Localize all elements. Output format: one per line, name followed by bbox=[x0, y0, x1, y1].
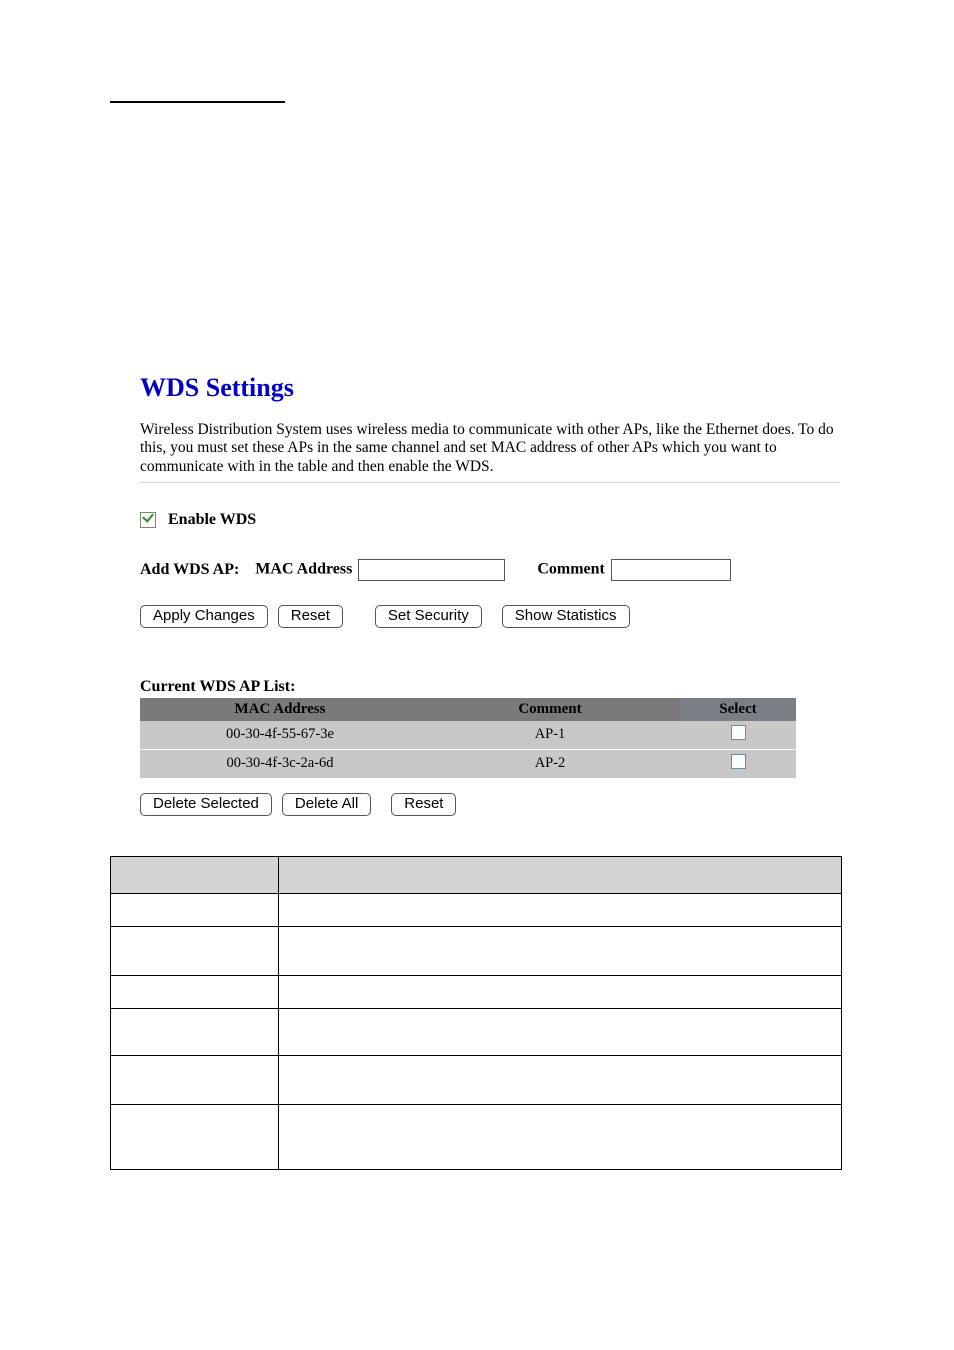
button-row-top: Apply Changes Reset Set Security Show St… bbox=[140, 605, 840, 628]
table-row bbox=[111, 1008, 842, 1055]
button-row-bottom: Delete Selected Delete All Reset bbox=[140, 793, 840, 816]
show-statistics-button[interactable]: Show Statistics bbox=[502, 605, 630, 628]
info-header-1 bbox=[111, 856, 279, 893]
enable-wds-row: Enable WDS bbox=[140, 511, 840, 529]
ap-list-title: Current WDS AP List: bbox=[140, 678, 840, 696]
wds-settings-panel: WDS Settings Wireless Distribution Syste… bbox=[140, 373, 840, 816]
table-row: 00-30-4f-3c-2a-6d AP-2 bbox=[140, 749, 796, 778]
comment-label: Comment bbox=[537, 561, 605, 578]
col-header-select: Select bbox=[680, 698, 796, 721]
table-row bbox=[111, 1104, 842, 1169]
table-row bbox=[111, 975, 842, 1008]
comment-input[interactable] bbox=[611, 559, 731, 581]
enable-wds-checkbox[interactable] bbox=[140, 512, 156, 528]
row-select-checkbox[interactable] bbox=[731, 754, 746, 769]
reset-button[interactable]: Reset bbox=[278, 605, 343, 628]
ap-select-cell bbox=[680, 721, 796, 750]
delete-all-button[interactable]: Delete All bbox=[282, 793, 371, 816]
ap-list-header-row: MAC Address Comment Select bbox=[140, 698, 796, 721]
table-row bbox=[111, 926, 842, 975]
col-header-comment: Comment bbox=[420, 698, 680, 721]
table-row: 00-30-4f-55-67-3e AP-1 bbox=[140, 721, 796, 750]
delete-selected-button[interactable]: Delete Selected bbox=[140, 793, 272, 816]
info-table bbox=[110, 856, 842, 1170]
enable-wds-label: Enable WDS bbox=[168, 511, 256, 528]
page-description: Wireless Distribution System uses wirele… bbox=[140, 421, 840, 483]
ap-mac-cell: 00-30-4f-3c-2a-6d bbox=[140, 749, 420, 778]
reset-list-button[interactable]: Reset bbox=[391, 793, 456, 816]
ap-mac-cell: 00-30-4f-55-67-3e bbox=[140, 721, 420, 750]
page-title: WDS Settings bbox=[140, 373, 840, 403]
set-security-button[interactable]: Set Security bbox=[375, 605, 482, 628]
info-header-row bbox=[111, 856, 842, 893]
mac-address-label: MAC Address bbox=[255, 561, 352, 578]
ap-select-cell bbox=[680, 749, 796, 778]
ap-list-table: MAC Address Comment Select 00-30-4f-55-6… bbox=[140, 698, 796, 779]
add-wds-ap-label: Add WDS AP: bbox=[140, 561, 239, 578]
table-row bbox=[111, 893, 842, 926]
row-select-checkbox[interactable] bbox=[731, 725, 746, 740]
mac-address-input[interactable] bbox=[358, 559, 505, 581]
info-header-2 bbox=[278, 856, 841, 893]
table-row bbox=[111, 1055, 842, 1104]
section-underline bbox=[110, 100, 285, 103]
add-ap-row: Add WDS AP: MAC Address Comment bbox=[140, 559, 840, 581]
col-header-mac: MAC Address bbox=[140, 698, 420, 721]
ap-comment-cell: AP-1 bbox=[420, 721, 680, 750]
apply-changes-button[interactable]: Apply Changes bbox=[140, 605, 268, 628]
ap-comment-cell: AP-2 bbox=[420, 749, 680, 778]
